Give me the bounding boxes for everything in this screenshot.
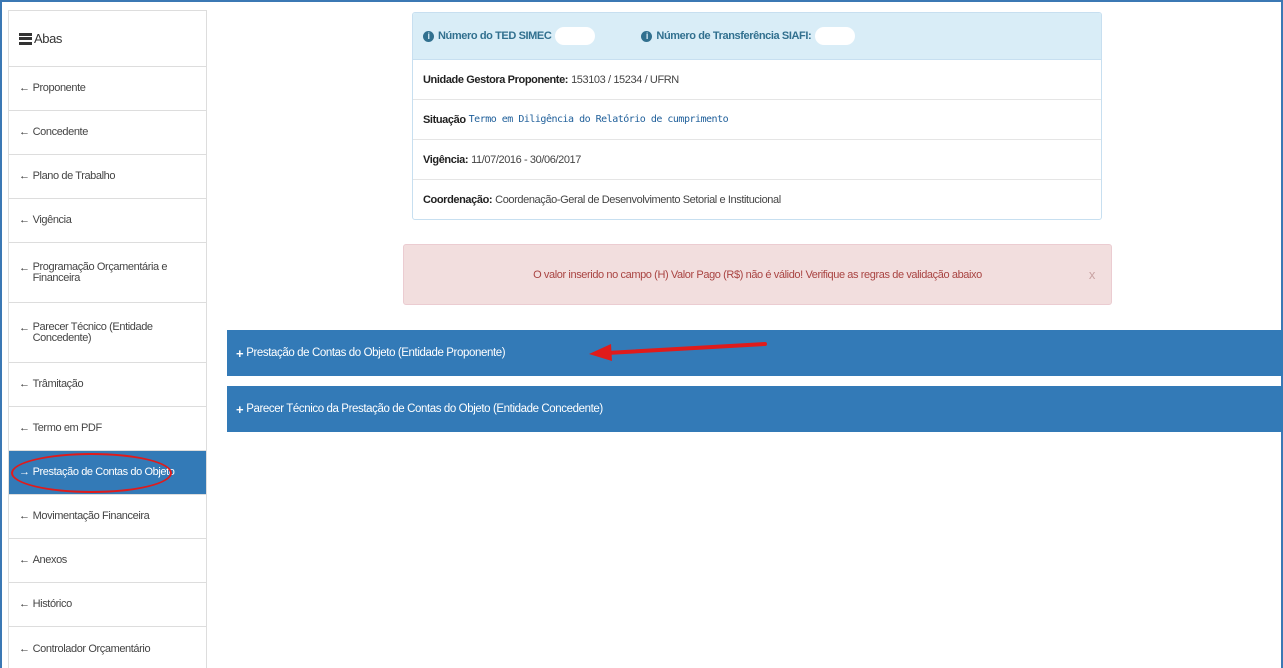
accordion-parecer-tecnico-concedente[interactable]: + Parecer Técnico da Prestação de Contas… (227, 386, 1283, 432)
situacao-value: Termo em Diligência do Relatório de cump… (468, 114, 729, 125)
info-row-situacao: Situação Termo em Diligência do Relatóri… (413, 100, 1101, 140)
unidade-label: Unidade Gestora Proponente: (423, 73, 569, 86)
arrow-left-icon: ← (19, 598, 30, 610)
info-row-unidade: Unidade Gestora Proponente: 153103 / 152… (413, 60, 1101, 100)
red-circle-annotation (11, 453, 172, 493)
coordenacao-value: Coordenação-Geral de Desenvolvimento Set… (495, 194, 781, 206)
sidebar-header: Abas (9, 11, 206, 67)
sidebar-item-label: Trâmitação (32, 378, 84, 390)
sidebar-tabs: Abas ← Proponente ← Concedente ← Plano d… (8, 10, 207, 668)
arrow-left-icon: ← (19, 82, 30, 94)
sidebar-item-parecer-tecnico[interactable]: ← Parecer Técnico (Entidade Concedente) (9, 303, 206, 363)
arrow-left-icon: ← (19, 126, 30, 138)
arrow-left-icon: ← (19, 422, 30, 434)
sidebar-item-tramitacao[interactable]: ← Trâmitação (9, 363, 206, 407)
sidebar-item-vigencia[interactable]: ← Vigência (9, 199, 206, 243)
sidebar-item-label: Anexos (32, 554, 68, 566)
sidebar-item-label: Concedente (32, 126, 89, 138)
arrow-left-icon: ← (19, 262, 30, 274)
sidebar-item-label: Termo em PDF (32, 422, 103, 434)
term-info-panel: i Número do TED SIMEC i Número de Transf… (412, 12, 1102, 220)
info-panel-header: i Número do TED SIMEC i Número de Transf… (413, 13, 1101, 60)
sidebar-item-label: Proponente (32, 82, 86, 94)
sidebar-header-label: Abas (34, 31, 63, 46)
plus-icon: + (236, 345, 244, 361)
sidebar-item-movimentacao-financeira[interactable]: ← Movimentação Financeira (9, 495, 206, 539)
sidebar-item-label: Movimentação Financeira (32, 510, 150, 522)
sidebar-item-label: Parecer Técnico (Entidade Concedente) (32, 320, 153, 344)
unidade-value: 153103 / 15234 / UFRN (571, 73, 679, 86)
sidebar-item-anexos[interactable]: ← Anexos (9, 539, 206, 583)
sidebar-item-prestacao-de-contas[interactable]: → Prestação de Contas do Objeto (9, 451, 206, 495)
info-row-vigencia: Vigência: 11/07/2016 - 30/06/2017 (413, 140, 1101, 180)
sidebar-item-controlador-orcamentario[interactable]: ← Controlador Orçamentário (9, 627, 206, 668)
info-icon: i (641, 30, 653, 42)
alert-message: O valor inserido no campo (H) Valor Pago… (533, 268, 982, 281)
vigencia-value: 11/07/2016 - 30/06/2017 (471, 153, 581, 166)
info-icon: i (423, 30, 434, 42)
arrow-left-icon: ← (19, 554, 30, 566)
sidebar-item-label: Plano de Trabalho (32, 170, 116, 182)
vigencia-label: Vigência: (423, 153, 469, 166)
arrow-left-icon: ← (19, 214, 30, 226)
ted-simec-label: Número do TED SIMEC (438, 30, 552, 42)
accordion-label: Prestação de Contas do Objeto (Entidade … (246, 347, 506, 359)
coordenacao-label: Coordenação: (423, 194, 493, 206)
accordion-label: Parecer Técnico da Prestação de Contas d… (246, 403, 603, 415)
list-icon (19, 32, 32, 45)
redacted-ted-number (555, 27, 596, 45)
siafi-label: Número de Transferência SIAFI: (656, 30, 812, 42)
sidebar-item-historico[interactable]: ← Histórico (9, 583, 206, 627)
info-row-coordenacao: Coordenação: Coordenação-Geral de Desenv… (413, 180, 1101, 219)
plus-icon: + (236, 401, 244, 417)
sidebar-item-label: Histórico (32, 598, 73, 610)
arrow-left-icon: ← (19, 378, 30, 390)
sidebar-item-label: Programação Orçamentária e Financeira (32, 260, 168, 284)
situacao-label: Situação (423, 113, 466, 126)
red-arrow-annotation (589, 342, 767, 361)
arrow-left-icon: ← (19, 322, 30, 334)
sidebar-item-label: Controlador Orçamentário (32, 642, 151, 655)
sidebar-item-programacao-orcamentaria[interactable]: ← Programação Orçamentária e Financeira (9, 243, 206, 303)
sidebar-item-label: Vigência (32, 214, 72, 226)
sidebar-item-plano-de-trabalho[interactable]: ← Plano de Trabalho (9, 155, 206, 199)
sidebar-item-proponente[interactable]: ← Proponente (9, 67, 206, 111)
sidebar-item-termo-em-pdf[interactable]: ← Termo em PDF (9, 407, 206, 451)
arrow-left-icon: ← (19, 642, 30, 655)
redacted-siafi-number (815, 27, 856, 45)
sidebar-item-concedente[interactable]: ← Concedente (9, 111, 206, 155)
arrow-left-icon: ← (19, 510, 30, 522)
arrow-left-icon: ← (19, 170, 30, 182)
validation-error-alert: O valor inserido no campo (H) Valor Pago… (403, 244, 1112, 305)
close-icon[interactable]: x (1089, 267, 1096, 282)
